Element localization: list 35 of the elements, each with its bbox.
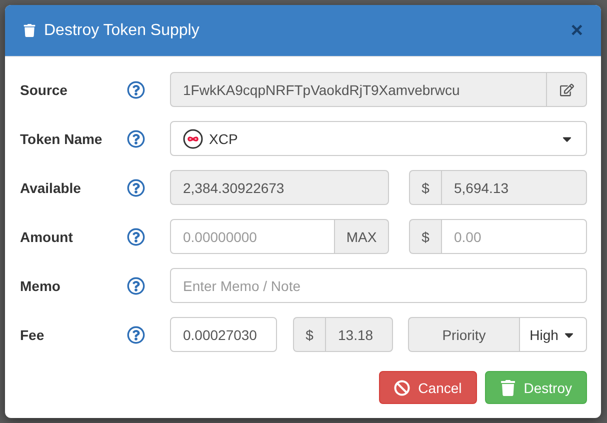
currency-addon: $: [409, 219, 441, 254]
help-icon[interactable]: [127, 276, 145, 294]
currency-addon: $: [409, 170, 441, 205]
trash-icon: [23, 24, 36, 37]
usd-value-field[interactable]: 5,694.13: [441, 170, 587, 205]
cancel-button[interactable]: Cancel: [379, 371, 477, 404]
dialog-title: Destroy Token Supply: [44, 22, 200, 40]
field-label: Memo: [20, 278, 62, 294]
amount-field[interactable]: 0.00000000: [170, 219, 335, 254]
fee-field[interactable]: 0.00027030: [170, 317, 277, 352]
field-label: Available: [20, 180, 82, 196]
help-icon[interactable]: [127, 228, 145, 246]
help-icon[interactable]: [127, 130, 145, 148]
max-button[interactable]: MAX: [335, 219, 389, 254]
priority-dropdown[interactable]: High: [519, 317, 587, 352]
priority-label: Priority: [408, 317, 519, 352]
help-icon[interactable]: [127, 178, 145, 196]
currency-addon: $: [293, 317, 325, 352]
token-logo-icon: [183, 128, 203, 148]
available-amount-field[interactable]: 2,384.30922673: [170, 170, 389, 205]
field-label: Token Name: [20, 130, 104, 146]
field-label: Amount: [20, 228, 74, 244]
token-select[interactable]: XCP: [170, 121, 587, 156]
trash-icon: [500, 380, 516, 396]
cancel-icon: [394, 380, 410, 396]
usd-amount-field[interactable]: 0.00: [441, 219, 587, 254]
field-label: Fee: [20, 326, 46, 342]
help-icon[interactable]: [127, 326, 145, 344]
fee-usd-field[interactable]: 13.18: [325, 317, 393, 352]
help-icon[interactable]: [127, 80, 145, 98]
field-label: Source: [20, 82, 68, 98]
memo-field[interactable]: Enter Memo / Note: [170, 268, 587, 303]
edit-button[interactable]: [547, 72, 587, 107]
source-address-field[interactable]: 1FwkKA9cqpNRFTpVaokdRjT9Xamvebrwcu: [170, 72, 547, 107]
edit-icon: [560, 82, 574, 96]
